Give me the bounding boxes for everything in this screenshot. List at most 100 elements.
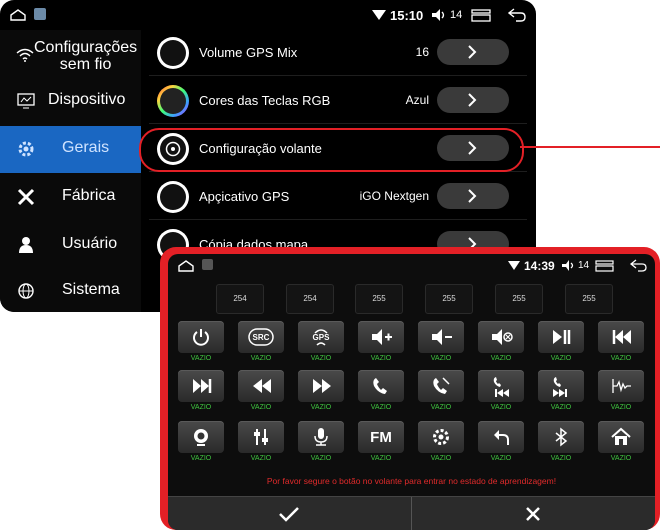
- gps-app-icon: [157, 181, 189, 213]
- app-thumbnail-icon: [202, 259, 213, 270]
- sidebar-item-wireless[interactable]: Configurações sem fio: [0, 30, 141, 77]
- key-call-answer[interactable]: [358, 370, 404, 402]
- recent-apps-icon[interactable]: [471, 9, 491, 22]
- home-outline-icon[interactable]: [10, 9, 26, 21]
- volume-level: 14: [450, 9, 463, 21]
- setting-row-gps-volume[interactable]: Volume GPS Mix 16: [149, 30, 527, 76]
- next-track-icon: [193, 379, 212, 393]
- settings-key-icon: [433, 429, 449, 445]
- call-answer-icon: [373, 378, 387, 394]
- key-call-hangup[interactable]: [418, 370, 464, 402]
- setting-row-gps-app[interactable]: Apçicativo GPS iGO Nextgen: [149, 174, 527, 220]
- setting-title: Volume GPS Mix: [199, 45, 298, 60]
- wifi-signal-icon: [372, 10, 386, 20]
- key-call-previous[interactable]: [478, 370, 524, 402]
- home-icon: [611, 427, 631, 445]
- play-pause-icon: [553, 330, 571, 344]
- sidebar-item-label: Dispositivo: [48, 91, 126, 108]
- home-outline-icon[interactable]: [178, 260, 194, 272]
- mute-icon: [492, 329, 513, 345]
- key-power[interactable]: [178, 321, 224, 353]
- sidebar-item-user[interactable]: Usuário: [0, 222, 141, 269]
- key-status: VAZIO: [430, 455, 452, 462]
- key-bluetooth[interactable]: [538, 421, 584, 453]
- key-next-track[interactable]: [178, 370, 224, 402]
- setting-row-rgb-colors[interactable]: Cores das Teclas RGB Azul: [149, 78, 527, 124]
- key-status: VAZIO: [490, 355, 512, 362]
- chevron-right-icon: [468, 189, 477, 203]
- back-arrow-icon[interactable]: [630, 259, 647, 272]
- key-microphone[interactable]: [298, 421, 344, 453]
- confirm-button[interactable]: [168, 497, 411, 530]
- steering-wheel-learning-screen: 14:39 14 254 254 255 255 255 255 SRC GPS…: [168, 254, 655, 530]
- key-gps[interactable]: GPS: [298, 321, 344, 353]
- key-src[interactable]: SRC: [238, 321, 284, 353]
- key-status: VAZIO: [250, 355, 272, 362]
- call-hangup-icon: [433, 377, 450, 394]
- key-status: VAZIO: [430, 404, 452, 411]
- key-code-box: 255: [425, 284, 473, 314]
- sidebar-item-device[interactable]: Dispositivo: [0, 78, 141, 125]
- key-code-box: 255: [355, 284, 403, 314]
- key-status: VAZIO: [190, 455, 212, 462]
- wifi-icon: [16, 48, 34, 62]
- key-status: VAZIO: [610, 404, 632, 411]
- setting-arrow-button[interactable]: [437, 87, 509, 113]
- key-volume-down[interactable]: [418, 321, 464, 353]
- sidebar-item-label: Gerais: [62, 139, 110, 156]
- key-settings[interactable]: [418, 421, 464, 453]
- camera-icon: [194, 429, 208, 446]
- sidebar-item-factory[interactable]: Fábrica: [0, 174, 141, 221]
- setting-arrow-button[interactable]: [437, 39, 509, 65]
- equalizer-icon: [254, 429, 268, 445]
- key-play-pause[interactable]: [538, 321, 584, 353]
- key-status: VAZIO: [610, 355, 632, 362]
- volume-icon: [432, 9, 445, 21]
- key-fm[interactable]: FM: [358, 421, 404, 453]
- volume-level: 14: [578, 260, 590, 271]
- recent-apps-icon[interactable]: [595, 260, 614, 272]
- highlight-outline: [139, 128, 524, 172]
- fast-forward-icon: [313, 379, 331, 393]
- rgb-bulb-icon: [157, 85, 189, 117]
- chevron-right-icon: [468, 93, 477, 107]
- setting-title: Apçicativo GPS: [199, 189, 290, 204]
- key-home[interactable]: [598, 421, 644, 453]
- check-icon: [279, 507, 299, 522]
- previous-track-icon: [612, 330, 631, 344]
- clock: 15:10: [390, 8, 424, 23]
- key-audio-wave[interactable]: [598, 370, 644, 402]
- setting-arrow-button[interactable]: [437, 183, 509, 209]
- volume-down-icon: [432, 329, 452, 345]
- key-call-next[interactable]: [538, 370, 584, 402]
- setting-value: 16: [415, 45, 429, 59]
- action-bar: [168, 496, 655, 530]
- key-camera[interactable]: [178, 421, 224, 453]
- gps-mix-icon: [157, 37, 189, 69]
- setting-title: Cores das Teclas RGB: [199, 93, 331, 108]
- key-code-box: 255: [495, 284, 543, 314]
- sidebar-item-general[interactable]: Gerais: [0, 126, 141, 173]
- key-back[interactable]: [478, 421, 524, 453]
- key-rewind[interactable]: [238, 370, 284, 402]
- back-arrow-icon[interactable]: [508, 8, 526, 22]
- callout-line: [520, 146, 660, 148]
- key-previous-track[interactable]: [598, 321, 644, 353]
- key-status: VAZIO: [370, 404, 392, 411]
- rewind-icon: [253, 379, 271, 393]
- key-status: VAZIO: [190, 404, 212, 411]
- microphone-icon: [314, 428, 328, 446]
- settings-sidebar: Configurações sem fio Dispositivo Gerais…: [0, 30, 141, 312]
- key-status: VAZIO: [310, 455, 332, 462]
- key-status: VAZIO: [550, 455, 572, 462]
- key-fast-forward[interactable]: [298, 370, 344, 402]
- sidebar-item-label: Configurações sem fio: [34, 39, 138, 73]
- setting-value: iGO Nextgen: [359, 189, 429, 203]
- key-volume-up[interactable]: [358, 321, 404, 353]
- sidebar-item-system[interactable]: Sistema: [0, 268, 141, 312]
- key-equalizer[interactable]: [238, 421, 284, 453]
- cancel-button[interactable]: [412, 497, 655, 530]
- learning-instruction: Por favor segure o botão no volante para…: [266, 476, 557, 486]
- key-label: SRC: [252, 333, 270, 342]
- key-mute[interactable]: [478, 321, 524, 353]
